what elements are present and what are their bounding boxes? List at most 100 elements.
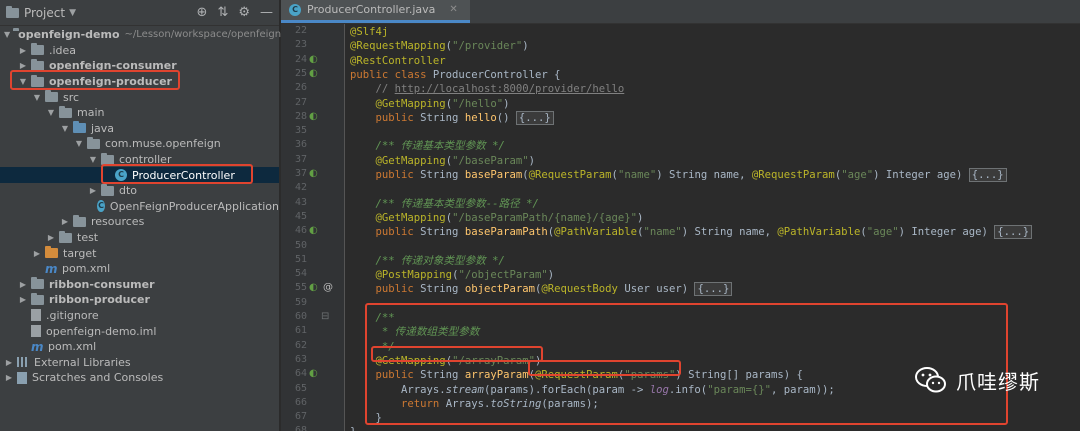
line-number: 66 [294, 396, 307, 408]
expand-arrow-icon[interactable]: ▼ [60, 124, 70, 133]
line-number: 55 [294, 282, 307, 294]
code-line[interactable]: @RestController [350, 54, 446, 68]
tree-item[interactable]: ▶ dto [0, 183, 279, 199]
tree-item-label: OpenFeignProducerApplication [109, 199, 279, 213]
code-line[interactable]: public String arrayParam(@RequestParam("… [350, 368, 803, 382]
code-line[interactable]: */ [350, 340, 395, 354]
spring-bean-icon[interactable]: ◐ [309, 368, 318, 379]
code-line[interactable]: @Slf4j [350, 25, 388, 39]
line-number: 61 [294, 325, 307, 337]
expand-arrow-icon[interactable]: ▼ [74, 139, 84, 148]
code-line[interactable]: /** 传递对象类型参数 */ [350, 254, 505, 268]
spring-bean-icon[interactable]: ◐ [309, 225, 318, 236]
tree-item[interactable]: ▼ controller [0, 152, 279, 168]
tab-producer-controller[interactable]: C ProducerController.java ✕ [281, 0, 470, 23]
tree-item[interactable]: ▶ .idea [0, 43, 279, 59]
wechat-icon [914, 363, 948, 397]
code-line[interactable]: @GetMapping("/arrayParam") [350, 354, 542, 368]
code-line[interactable]: /** 传递基本类型参数--路径 */ [350, 197, 539, 211]
collapse-arrow-icon[interactable]: ▶ [32, 249, 42, 258]
code-line[interactable]: @RequestMapping("/provider") [350, 39, 529, 53]
tree-item[interactable]: ▶ Scratches and Consoles [0, 370, 279, 386]
collapse-arrow-icon[interactable]: ▶ [18, 46, 28, 55]
code-line[interactable]: /** [350, 311, 395, 325]
line-number: 59 [294, 296, 307, 308]
tree-item[interactable]: m pom.xml [0, 339, 279, 355]
collapse-all-icon[interactable]: ⇅ [217, 5, 228, 20]
spring-bean-icon[interactable]: ◐ [309, 111, 318, 122]
tree-item[interactable]: ▼ openfeign-demo ~/Lesson/workspace/openfe… [0, 27, 291, 43]
tree-item[interactable]: ▶ ribbon-consumer [0, 277, 279, 293]
tree-item[interactable]: .gitignore [0, 308, 279, 324]
chevron-down-icon[interactable]: ▼ [69, 8, 76, 18]
tree-item[interactable]: ▼ main [0, 105, 279, 121]
locate-icon[interactable]: ⊕ [197, 5, 208, 20]
line-number: 22 [294, 25, 307, 36]
code-line[interactable]: public String hello() {...} [350, 110, 554, 125]
project-icon [6, 5, 19, 18]
collapse-arrow-icon[interactable]: ▶ [4, 373, 14, 382]
close-icon[interactable]: ✕ [449, 4, 457, 15]
folder-icon [59, 230, 72, 243]
line-number: 45 [294, 210, 307, 222]
spring-bean-icon[interactable]: ◐ [309, 282, 318, 293]
collapse-arrow-icon[interactable]: ▶ [88, 186, 98, 195]
tree-item[interactable]: ▶ test [0, 230, 279, 246]
tree-item[interactable]: ▶ openfeign-consumer [0, 58, 279, 74]
code-line[interactable]: @PostMapping("/objectParam") [350, 268, 555, 282]
code-line[interactable]: // http://localhost:8000/provider/hello [350, 82, 625, 96]
expand-arrow-icon[interactable]: ▼ [32, 93, 42, 102]
tree-item[interactable]: ▶ resources [0, 214, 279, 230]
tree-item[interactable]: ▶ ribbon-producer [0, 292, 279, 308]
watermark-text: 爪哇缪斯 [956, 369, 1040, 394]
project-tree: ▼ openfeign-demo ~/Lesson/workspace/openfe… [0, 26, 291, 386]
code-line[interactable]: public class ProducerController { [350, 68, 560, 82]
code-line[interactable]: Arrays.stream(params).forEach(param -> l… [350, 383, 835, 397]
code-line[interactable]: /** 传递基本类型参数 */ [350, 139, 505, 153]
code-line[interactable]: @GetMapping("/baseParam") [350, 154, 536, 168]
code-line[interactable]: } [350, 425, 356, 431]
tree-item[interactable]: C ProducerController [0, 167, 279, 183]
tree-item-label: openfeign-demo [18, 28, 120, 42]
tree-item[interactable]: m pom.xml [0, 261, 279, 277]
annotation-icon[interactable]: @ [323, 282, 333, 293]
collapse-arrow-icon[interactable]: ▶ [60, 217, 70, 226]
code-line[interactable]: public String baseParamPath(@PathVariabl… [350, 225, 1033, 240]
fold-icon[interactable]: ⊟ [321, 311, 329, 322]
project-panel: Project ▼ ⊕ ⇅ ⚙ — ▼ openfeign-demo ~/Lesso… [0, 0, 291, 431]
code-line[interactable]: public String objectParam(@RequestBody U… [350, 282, 733, 297]
tree-item-label: openfeign-producer [49, 75, 172, 89]
spring-bean-icon[interactable]: ◐ [309, 168, 318, 179]
code-line[interactable]: * 传递数组类型参数 [350, 325, 480, 339]
collapse-arrow-icon[interactable]: ▶ [46, 233, 56, 242]
expand-arrow-icon[interactable]: ▼ [18, 77, 28, 86]
scratches-icon [17, 371, 27, 384]
code-line[interactable]: public String baseParam(@RequestParam("n… [350, 168, 1007, 182]
project-view-selector[interactable]: Project [24, 6, 65, 20]
tree-item[interactable]: ▼ openfeign-producer [0, 74, 279, 90]
expand-arrow-icon[interactable]: ▼ [88, 155, 98, 164]
expand-arrow-icon[interactable]: ▼ [46, 108, 56, 117]
code-line[interactable]: } [350, 411, 382, 425]
folder-icon [31, 58, 44, 71]
tree-item[interactable]: ▶ target [0, 245, 279, 261]
tree-item[interactable]: ▼ src [0, 89, 279, 105]
code-line[interactable]: return Arrays.toString(params); [350, 397, 599, 411]
tree-item[interactable]: ▼ com.muse.openfeign [0, 136, 279, 152]
hide-icon[interactable]: — [260, 5, 273, 20]
tree-item[interactable]: ▼ java [0, 121, 279, 137]
tree-item[interactable]: C OpenFeignProducerApplication [0, 199, 279, 215]
tree-item[interactable]: openfeign-demo.iml [0, 323, 279, 339]
collapse-arrow-icon[interactable]: ▶ [18, 295, 28, 304]
code-line[interactable]: @GetMapping("/hello") [350, 97, 510, 111]
collapse-arrow-icon[interactable]: ▶ [18, 280, 28, 289]
source-folder-icon [73, 121, 86, 134]
spring-bean-icon[interactable]: ◐ [309, 54, 318, 65]
expand-arrow-icon[interactable]: ▼ [4, 30, 10, 39]
tree-item[interactable]: ▶ External Libraries [0, 354, 279, 370]
collapse-arrow-icon[interactable]: ▶ [4, 358, 14, 367]
spring-bean-icon[interactable]: ◐ [309, 68, 318, 79]
code-line[interactable]: @GetMapping("/baseParamPath/{name}/{age}… [350, 211, 644, 225]
collapse-arrow-icon[interactable]: ▶ [18, 61, 28, 70]
gear-icon[interactable]: ⚙ [238, 5, 250, 20]
